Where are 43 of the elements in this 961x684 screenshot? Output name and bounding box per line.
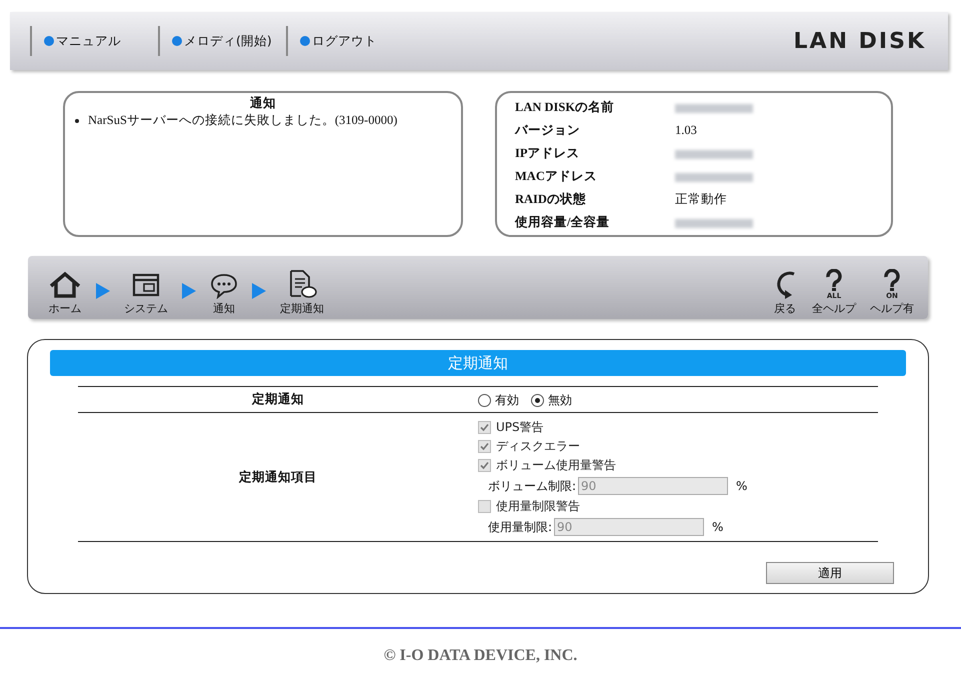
- notice-message: NarSuSサーバーへの接続に失敗しました。(3109-0000): [88, 112, 398, 129]
- field-label: ボリューム制限:: [488, 478, 576, 494]
- copyright: © I-O DATA DEVICE, INC.: [384, 647, 578, 664]
- speech-bubble-icon: [210, 271, 238, 299]
- bullet-icon: [44, 36, 54, 46]
- row-label: 定期通知項目: [239, 468, 317, 486]
- radio-button[interactable]: [478, 394, 491, 407]
- arrow-icon: [182, 283, 196, 299]
- info-label: RAIDの状態: [515, 191, 587, 208]
- radio-option[interactable]: 無効: [531, 392, 572, 409]
- breadcrumb-item[interactable]: 通知: [210, 271, 238, 316]
- header-link[interactable]: マニュアル: [30, 26, 158, 56]
- header-link[interactable]: ログアウト: [286, 26, 414, 56]
- radio-button[interactable]: [531, 394, 544, 407]
- notice-title: 通知: [249, 95, 277, 112]
- bullet-icon: [75, 119, 79, 123]
- arrow-icon: [96, 283, 110, 299]
- radio-option[interactable]: 有効: [478, 392, 519, 409]
- info-label: MACアドレス: [515, 168, 598, 185]
- home-icon: [48, 271, 82, 299]
- window-icon: [132, 271, 160, 299]
- breadcrumb-item[interactable]: 定期通知: [280, 269, 324, 316]
- info-label: IPアドレス: [515, 145, 580, 162]
- field-label: 使用量制限:: [488, 518, 552, 536]
- document-icon: [287, 269, 317, 299]
- info-label: LAN DISKの名前: [515, 99, 616, 116]
- arrow-icon: [252, 283, 266, 299]
- info-value: 1.03: [675, 122, 698, 139]
- unit-label: %: [712, 520, 724, 534]
- info-label: バージョン: [515, 122, 581, 139]
- apply-button[interactable]: 適用: [766, 562, 894, 584]
- toolbar-button[interactable]: 戻る: [772, 269, 798, 316]
- unit-label: %: [736, 479, 748, 493]
- header-link[interactable]: メロディ(開始): [158, 26, 286, 56]
- info-label: 使用容量/全容量: [515, 214, 610, 231]
- row-label: 定期通知: [252, 391, 304, 408]
- logo: LAN DISK: [794, 28, 926, 54]
- panel-title: 定期通知: [50, 350, 906, 376]
- bullet-icon: [300, 36, 310, 46]
- bullet-icon: [172, 36, 182, 46]
- breadcrumb-item[interactable]: ホーム: [48, 271, 82, 316]
- breadcrumb-item[interactable]: システム: [124, 271, 168, 316]
- info-value: 正常動作: [675, 191, 728, 208]
